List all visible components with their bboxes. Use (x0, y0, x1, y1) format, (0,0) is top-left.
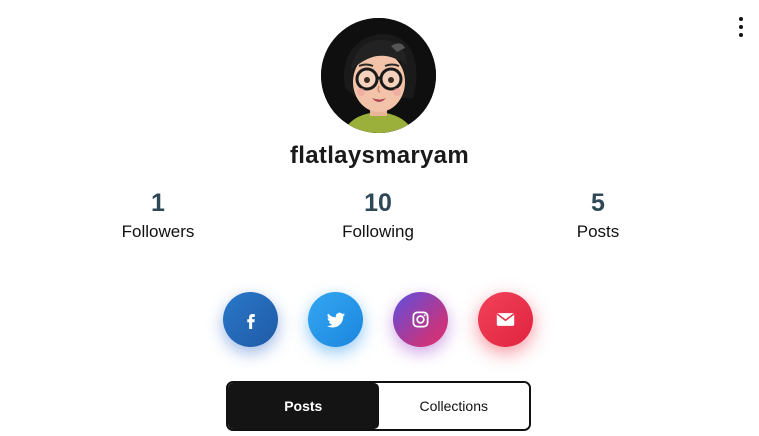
stat-following[interactable]: 10 Following (293, 188, 463, 243)
stat-following-label: Following (342, 222, 414, 241)
avatar-illustration-icon (321, 18, 436, 133)
stat-followers-label: Followers (121, 222, 195, 241)
instagram-icon (412, 311, 429, 328)
stat-following-value: 10 (364, 189, 392, 217)
menu-dot (739, 33, 743, 37)
tab-posts[interactable]: Posts (228, 383, 379, 429)
stat-posts-label: Posts (576, 222, 620, 241)
stat-followers-value: 1 (151, 189, 165, 217)
content-tabs: Posts Collections (226, 381, 531, 431)
email-button[interactable] (478, 292, 533, 347)
menu-dot (739, 25, 743, 29)
instagram-button[interactable] (393, 292, 448, 347)
tab-collections[interactable]: Collections (378, 383, 529, 429)
stat-posts-value: 5 (591, 189, 605, 217)
stat-followers[interactable]: 1 Followers (73, 188, 243, 243)
email-icon (496, 313, 515, 326)
avatar (321, 18, 436, 133)
stat-posts[interactable]: 5 Posts (513, 188, 683, 243)
menu-dot (739, 17, 743, 21)
twitter-icon (326, 312, 345, 328)
username: flatlaysmaryam (290, 142, 469, 169)
profile-page: flatlaysmaryam 1 Followers 10 Following … (0, 0, 759, 436)
facebook-icon (246, 313, 255, 329)
facebook-button[interactable] (223, 292, 278, 347)
twitter-button[interactable] (308, 292, 363, 347)
more-vertical-icon[interactable] (731, 16, 751, 38)
